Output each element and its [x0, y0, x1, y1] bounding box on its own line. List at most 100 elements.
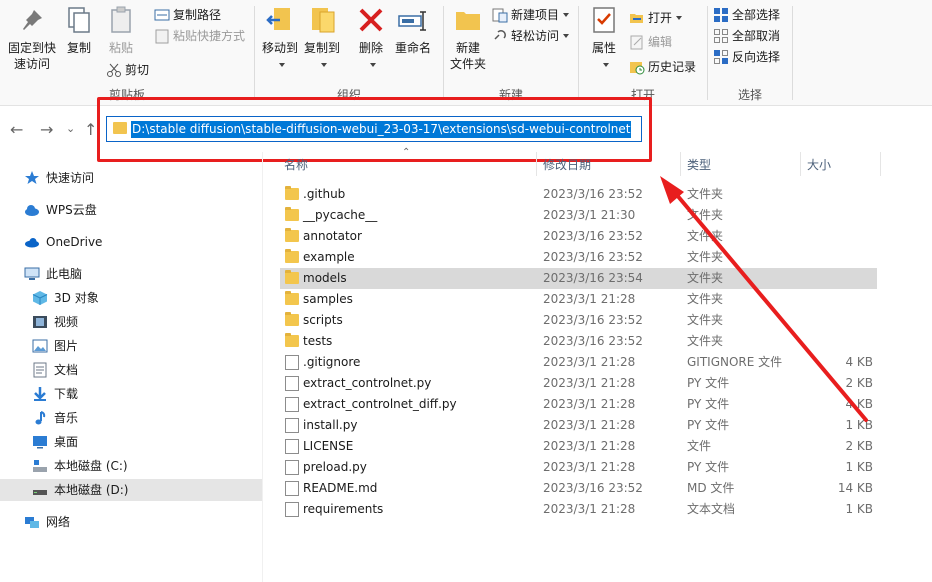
pin-quick-access-button[interactable]: 固定到快 速访问 — [4, 4, 60, 72]
new-folder-button[interactable]: 新建 文件夹 — [446, 4, 490, 72]
move-to-button[interactable]: 移动到 — [261, 4, 299, 72]
navigation-pane: 快速访问 WPS云盘 OneDrive 此电脑 3D 对象 视频 图片 文档 下… — [0, 152, 262, 582]
file-type: PY 文件 — [687, 418, 730, 432]
sidebar-item-drive-d[interactable]: 本地磁盘 (D:) — [0, 479, 262, 501]
file-icon — [285, 481, 299, 496]
copy-to-icon — [306, 4, 338, 36]
copy-icon — [63, 4, 95, 36]
copy-to-caret — [303, 56, 341, 72]
table-row[interactable]: extract_controlnet.py 2023/3/1 21:28 PY 文件… — [280, 373, 877, 394]
folder-icon — [285, 186, 299, 200]
paste-shortcut-label: 粘贴快捷方式 — [173, 29, 246, 43]
open-button[interactable]: 打开 — [629, 8, 683, 28]
sidebar-item-downloads[interactable]: 下载 — [32, 383, 78, 405]
paste-shortcut-button[interactable]: 粘贴快捷方式 — [154, 26, 245, 46]
table-row[interactable]: LICENSE 2023/3/1 21:28 文件 2 KB — [280, 436, 877, 457]
system-drive-icon — [32, 458, 48, 474]
sidebar-item-music[interactable]: 音乐 — [32, 407, 78, 429]
sidebar-item-3d-objects[interactable]: 3D 对象 — [32, 287, 99, 309]
edit-button[interactable]: 编辑 — [629, 32, 672, 52]
pane-divider[interactable] — [262, 152, 263, 582]
column-divider[interactable] — [680, 152, 681, 176]
paste-button[interactable]: 粘贴 — [104, 4, 138, 56]
table-row[interactable]: annotator 2023/3/16 23:52 文件夹 — [280, 226, 877, 247]
table-row[interactable]: example 2023/3/16 23:52 文件夹 — [280, 247, 877, 268]
file-name: requirements — [303, 502, 384, 516]
table-row[interactable]: .gitignore 2023/3/1 21:28 GITIGNORE 文件 4 KB — [280, 352, 877, 373]
file-name: scripts — [303, 313, 343, 327]
file-date: 2023/3/16 23:52 — [543, 250, 643, 264]
file-type: 文本文档 — [687, 502, 736, 516]
sidebar-item-desktop[interactable]: 桌面 — [32, 431, 78, 453]
cut-button[interactable]: 剪切 — [106, 60, 149, 80]
table-row[interactable]: preload.py 2023/3/1 21:28 PY 文件 1 KB — [280, 457, 877, 478]
up-arrow-icon[interactable]: ↑ — [84, 120, 97, 139]
file-type: 文件夹 — [687, 271, 724, 285]
star-icon — [24, 170, 40, 186]
table-row[interactable]: samples 2023/3/1 21:28 文件夹 — [280, 289, 877, 310]
column-divider[interactable] — [880, 152, 881, 176]
easy-access-icon — [492, 28, 508, 44]
sidebar-label: 桌面 — [54, 435, 79, 449]
table-row[interactable]: tests 2023/3/16 23:52 文件夹 — [280, 331, 877, 352]
properties-label: 属性 — [591, 41, 616, 55]
sidebar-item-network[interactable]: 网络 — [24, 511, 70, 533]
table-row[interactable]: extract_controlnet_diff.py 2023/3/1 21:28… — [280, 394, 877, 415]
table-row[interactable]: __pycache__ 2023/3/1 21:30 文件夹 — [280, 205, 877, 226]
cut-label: 剪切 — [125, 63, 150, 77]
move-to-caret — [261, 56, 299, 72]
address-bar[interactable]: D:\stable diffusion\stable-diffusion-web… — [106, 116, 642, 142]
file-date: 2023/3/16 23:52 — [543, 334, 643, 348]
sidebar-item-onedrive[interactable]: OneDrive — [24, 231, 102, 253]
column-header-name[interactable]: 名称 — [284, 152, 308, 178]
new-item-label: 新建项目 — [511, 8, 560, 22]
column-divider[interactable] — [800, 152, 801, 176]
forward-arrow-icon[interactable]: → — [40, 120, 53, 139]
new-item-button[interactable]: 新建项目 — [492, 5, 570, 25]
invert-selection-button[interactable]: 反向选择 — [713, 47, 780, 67]
select-all-button[interactable]: 全部选择 — [713, 5, 780, 25]
table-row[interactable]: scripts 2023/3/16 23:52 文件夹 — [280, 310, 877, 331]
recent-locations-chevron-icon[interactable]: ⌄ — [66, 122, 75, 135]
file-date: 2023/3/1 21:28 — [543, 397, 636, 411]
copy-path-button[interactable]: 复制路径 — [154, 5, 221, 25]
column-header-type[interactable]: 类型 — [687, 152, 711, 178]
table-row[interactable]: .github 2023/3/16 23:52 文件夹 — [280, 184, 877, 205]
clipboard-group-label: 剪贴板 — [108, 88, 145, 102]
open-folder-icon — [629, 10, 645, 26]
column-header-size[interactable]: 大小 — [807, 152, 831, 178]
file-date: 2023/3/1 21:28 — [543, 439, 636, 453]
file-name: models — [303, 271, 347, 285]
copy-path-label: 复制路径 — [173, 8, 222, 22]
copy-to-button[interactable]: 复制到 — [303, 4, 341, 72]
file-name: extract_controlnet.py — [303, 376, 432, 390]
easy-access-label: 轻松访问 — [511, 29, 560, 43]
sidebar-item-this-pc[interactable]: 此电脑 — [24, 263, 82, 285]
history-button[interactable]: 历史记录 — [629, 57, 696, 77]
table-row[interactable]: README.md 2023/3/16 23:52 MD 文件 14 KB — [280, 478, 877, 499]
select-none-button[interactable]: 全部取消 — [713, 26, 780, 46]
sidebar-item-wps[interactable]: WPS云盘 — [24, 199, 97, 221]
rename-button[interactable]: 重命名 — [393, 4, 433, 56]
sidebar-item-videos[interactable]: 视频 — [32, 311, 78, 333]
sidebar-item-documents[interactable]: 文档 — [32, 359, 78, 381]
delete-button[interactable]: 删除 — [355, 4, 387, 72]
file-name: install.py — [303, 418, 358, 432]
table-row[interactable]: models 2023/3/16 23:54 文件夹 — [280, 268, 877, 289]
sidebar-item-quick-access[interactable]: 快速访问 — [24, 167, 94, 189]
file-name: __pycache__ — [303, 208, 378, 222]
table-row[interactable]: requirements 2023/3/1 21:28 文本文档 1 KB — [280, 499, 877, 520]
table-row[interactable]: install.py 2023/3/1 21:28 PY 文件 1 KB — [280, 415, 877, 436]
column-header-date[interactable]: 修改日期 — [543, 152, 591, 178]
address-path[interactable]: D:\stable diffusion\stable-diffusion-web… — [131, 121, 632, 138]
copy-button[interactable]: 复制 — [62, 4, 96, 56]
pin-label-2: 速访问 — [13, 57, 50, 71]
properties-button[interactable]: 属性 — [587, 4, 621, 72]
sidebar-item-drive-c[interactable]: 本地磁盘 (C:) — [32, 455, 128, 477]
easy-access-button[interactable]: 轻松访问 — [492, 26, 570, 46]
back-arrow-icon[interactable]: ← — [10, 120, 23, 139]
sidebar-label: 文档 — [54, 363, 79, 377]
sidebar-item-pictures[interactable]: 图片 — [32, 335, 78, 357]
copy-label: 复制 — [66, 41, 91, 55]
column-divider[interactable] — [536, 152, 537, 176]
